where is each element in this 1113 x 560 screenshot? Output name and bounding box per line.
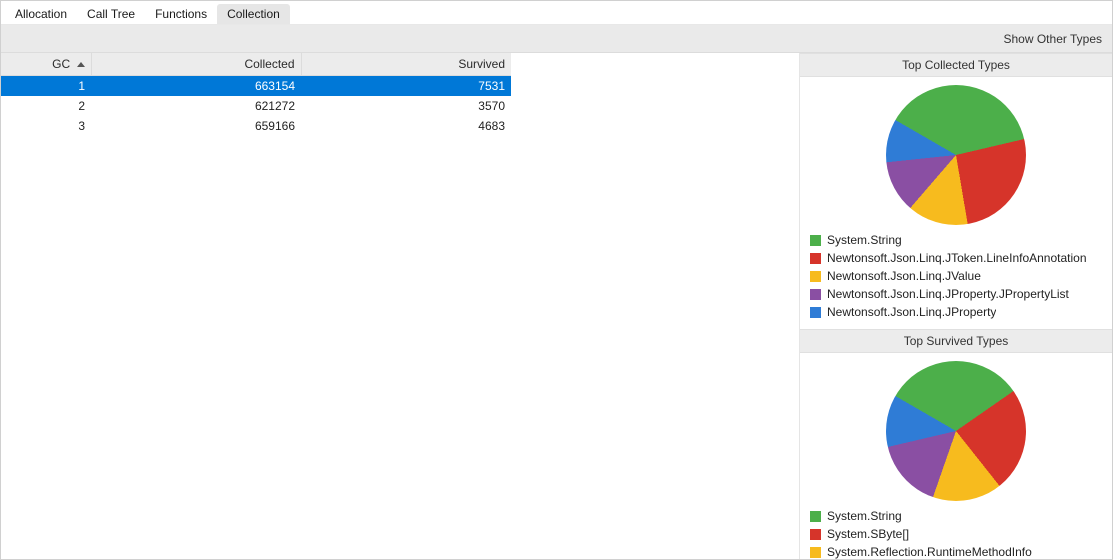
table-row[interactable]: 16631547531	[1, 76, 511, 97]
header-gc[interactable]: GC	[1, 53, 91, 76]
chart-title-survived: Top Survived Types	[800, 329, 1112, 353]
tab-strip: AllocationCall TreeFunctionsCollection	[1, 1, 1112, 25]
legend-label: System.Reflection.RuntimeMethodInfo	[827, 544, 1032, 559]
legend-swatch-icon	[810, 271, 821, 282]
legend-swatch-icon	[810, 529, 821, 540]
cell-collected: 659166	[91, 116, 301, 136]
table-row[interactable]: 26212723570	[1, 96, 511, 116]
legend-label: System.String	[827, 508, 902, 524]
pie-chart-collected	[886, 85, 1026, 225]
table-row[interactable]: 36591664683	[1, 116, 511, 136]
legend-label: Newtonsoft.Json.Linq.JValue	[827, 268, 981, 284]
cell-gc: 3	[1, 116, 91, 136]
left-pane: GC Collected Survived 166315475312621272…	[1, 53, 800, 559]
legend-label: System.String	[827, 232, 902, 248]
cell-collected: 663154	[91, 76, 301, 97]
legend-swatch-icon	[810, 511, 821, 522]
cell-collected: 621272	[91, 96, 301, 116]
legend-item[interactable]: Newtonsoft.Json.Linq.JToken.LineInfoAnno…	[810, 249, 1102, 267]
header-survived-label: Survived	[458, 57, 505, 71]
tab-collection[interactable]: Collection	[217, 4, 290, 24]
header-collected[interactable]: Collected	[91, 53, 301, 76]
tab-functions[interactable]: Functions	[145, 4, 217, 24]
legend-item[interactable]: Newtonsoft.Json.Linq.JProperty	[810, 303, 1102, 321]
cell-survived: 7531	[301, 76, 511, 97]
legend-item[interactable]: System.String	[810, 507, 1102, 525]
chart-section-survived: Top Survived Types System.String System.SB…	[800, 329, 1112, 559]
header-gc-label: GC	[52, 57, 70, 71]
tab-allocation[interactable]: Allocation	[5, 4, 77, 24]
show-other-types-link[interactable]: Show Other Types	[1004, 32, 1103, 46]
legend-item[interactable]: System.SByte[]	[810, 525, 1102, 543]
pie-chart-survived	[886, 361, 1026, 501]
header-survived[interactable]: Survived	[301, 53, 511, 76]
header-collected-label: Collected	[244, 57, 294, 71]
main-area: GC Collected Survived 166315475312621272…	[1, 53, 1112, 559]
legend-survived: System.String System.SByte[] System.Reflec…	[800, 505, 1112, 559]
gc-table: GC Collected Survived 166315475312621272…	[1, 53, 511, 136]
pie-wrap-collected	[800, 77, 1112, 229]
cell-gc: 1	[1, 76, 91, 97]
tab-call-tree[interactable]: Call Tree	[77, 4, 145, 24]
legend-collected: System.String Newtonsoft.Json.Linq.JToken…	[800, 229, 1112, 329]
legend-swatch-icon	[810, 307, 821, 318]
legend-swatch-icon	[810, 547, 821, 558]
legend-label: Newtonsoft.Json.Linq.JToken.LineInfoAnno…	[827, 250, 1087, 266]
legend-item[interactable]: Newtonsoft.Json.Linq.JProperty.JProperty…	[810, 285, 1102, 303]
legend-label: Newtonsoft.Json.Linq.JProperty	[827, 304, 996, 320]
right-pane: Top Collected Types System.String Newtonso…	[800, 53, 1112, 559]
legend-swatch-icon	[810, 253, 821, 264]
legend-swatch-icon	[810, 235, 821, 246]
legend-label: Newtonsoft.Json.Linq.JProperty.JProperty…	[827, 286, 1069, 302]
chart-section-collected: Top Collected Types System.String Newtonso…	[800, 53, 1112, 329]
toolbar: Show Other Types	[1, 25, 1112, 53]
legend-item[interactable]: System.String	[810, 231, 1102, 249]
cell-survived: 4683	[301, 116, 511, 136]
legend-item[interactable]: System.Reflection.RuntimeMethodInfo	[810, 543, 1102, 559]
legend-label: System.SByte[]	[827, 526, 909, 542]
sort-ascending-icon	[77, 62, 85, 67]
pie-wrap-survived	[800, 353, 1112, 505]
cell-gc: 2	[1, 96, 91, 116]
cell-survived: 3570	[301, 96, 511, 116]
chart-title-collected: Top Collected Types	[800, 53, 1112, 77]
legend-swatch-icon	[810, 289, 821, 300]
legend-item[interactable]: Newtonsoft.Json.Linq.JValue	[810, 267, 1102, 285]
